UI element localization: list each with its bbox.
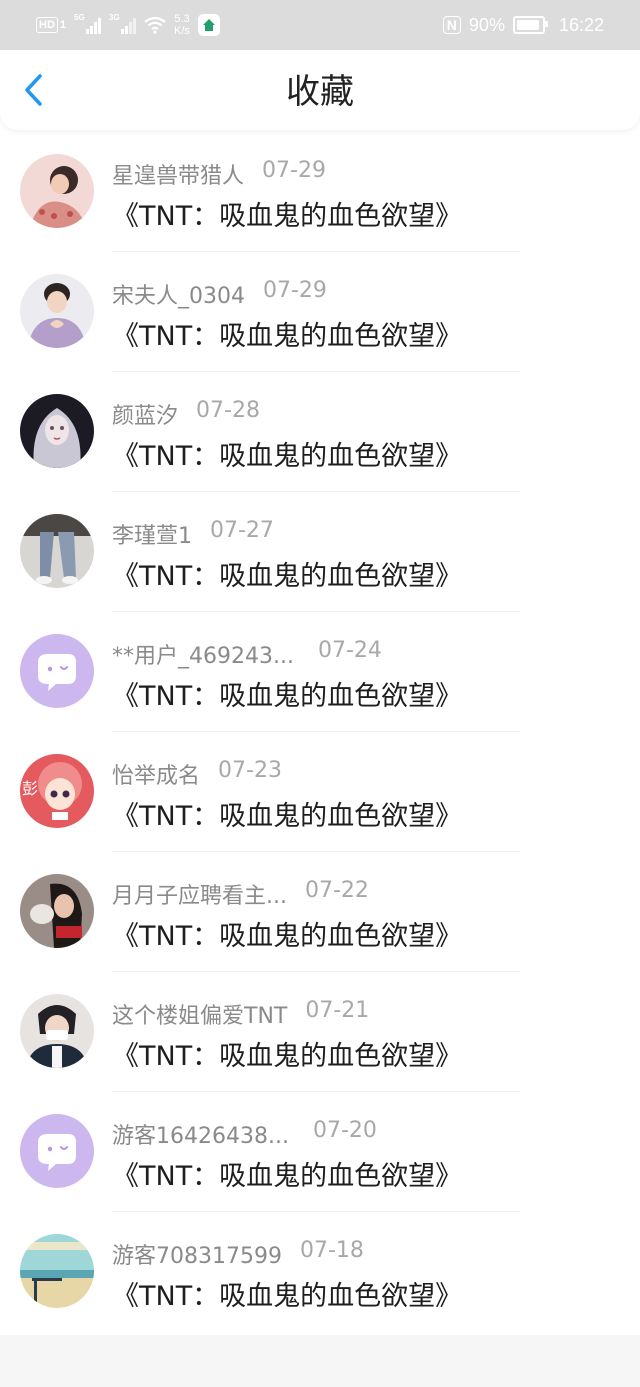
- list-item[interactable]: 星遑兽带猎人 07-29 《TNT：吸血鬼的血色欲望》: [0, 132, 640, 252]
- date: 07-18: [299, 1238, 364, 1263]
- avatar[interactable]: [20, 274, 94, 348]
- avatar[interactable]: [20, 1114, 94, 1188]
- date: 07-24: [317, 638, 382, 663]
- book-title[interactable]: 《TNT：吸血鬼的血色欲望》: [112, 1154, 462, 1193]
- book-title[interactable]: 《TNT：吸血鬼的血色欲望》: [112, 794, 462, 833]
- username[interactable]: **用户_469243...: [112, 638, 294, 670]
- date: 07-29: [262, 158, 326, 183]
- battery-percent: 90%: [468, 14, 505, 35]
- favorites-list: 星遑兽带猎人 07-29 《TNT：吸血鬼的血色欲望》 宋夫人_0304 07-29…: [0, 132, 640, 1332]
- avatar[interactable]: [20, 394, 94, 468]
- username[interactable]: 李瑾萱1: [112, 518, 192, 550]
- username[interactable]: 游客708317599: [112, 1238, 282, 1270]
- date: 07-23: [218, 758, 282, 783]
- list-item[interactable]: 月月子应聘看主... 07-22 《TNT：吸血鬼的血色欲望》: [0, 852, 640, 972]
- avatar[interactable]: [20, 514, 94, 588]
- date: 07-21: [305, 998, 370, 1023]
- list-item[interactable]: 彭 怡举成名 07-23 《TNT：吸血鬼的血色欲望》: [0, 732, 640, 852]
- status-bar: HD 1 5G 3G 5.3 K/s N 90% 16:22: [0, 0, 640, 50]
- list-item[interactable]: 宋夫人_0304 07-29 《TNT：吸血鬼的血色欲望》: [0, 252, 640, 372]
- username[interactable]: 怡举成名: [112, 758, 200, 790]
- date: 07-27: [210, 518, 274, 543]
- list-item[interactable]: 这个楼姐偏爱TNT 07-21 《TNT：吸血鬼的血色欲望》: [0, 972, 640, 1092]
- app-header: 收藏: [0, 50, 640, 130]
- network-speed: 5.3 K/s: [174, 13, 190, 37]
- avatar[interactable]: 彭: [20, 754, 94, 828]
- date: 07-28: [196, 398, 260, 423]
- list-item[interactable]: 游客708317599 07-18 《TNT：吸血鬼的血色欲望》: [0, 1212, 640, 1332]
- date: 07-22: [304, 878, 369, 903]
- avatar[interactable]: [20, 994, 94, 1068]
- list-item[interactable]: 颜蓝汐 07-28 《TNT：吸血鬼的血色欲望》: [0, 372, 640, 492]
- app-notification-icon: [197, 14, 220, 36]
- avatar[interactable]: [20, 154, 94, 228]
- book-title[interactable]: 《TNT：吸血鬼的血色欲望》: [112, 1034, 462, 1073]
- book-title[interactable]: 《TNT：吸血鬼的血色欲望》: [112, 914, 462, 953]
- page-title: 收藏: [286, 72, 354, 112]
- sim-slot-label: 1: [59, 19, 67, 31]
- wifi-icon: [144, 16, 166, 34]
- book-title[interactable]: 《TNT：吸血鬼的血色欲望》: [112, 434, 462, 473]
- book-title[interactable]: 《TNT：吸血鬼的血色欲望》: [112, 194, 462, 233]
- signal-3g-icon: 3G: [109, 13, 137, 34]
- signal-5g-icon: 5G: [74, 13, 102, 34]
- username[interactable]: 星遑兽带猎人: [112, 158, 244, 190]
- list-item[interactable]: 游客16426438... 07-20 《TNT：吸血鬼的血色欲望》: [0, 1092, 640, 1212]
- username[interactable]: 月月子应聘看主...: [112, 878, 287, 910]
- username[interactable]: 颜蓝汐: [112, 398, 178, 430]
- username[interactable]: 游客16426438...: [112, 1118, 289, 1150]
- svg-text:彭: 彭: [22, 779, 38, 798]
- avatar[interactable]: [20, 1234, 94, 1308]
- date: 07-20: [312, 1118, 377, 1143]
- chat-bubble-icon: [20, 1114, 94, 1188]
- username[interactable]: 这个楼姐偏爱TNT: [112, 998, 287, 1030]
- avatar[interactable]: [20, 634, 94, 708]
- list-item[interactable]: 李瑾萱1 07-27 《TNT：吸血鬼的血色欲望》: [0, 492, 640, 612]
- list-item[interactable]: **用户_469243... 07-24 《TNT：吸血鬼的血色欲望》: [0, 612, 640, 732]
- battery-icon: [512, 16, 548, 34]
- date: 07-29: [263, 278, 327, 303]
- bottom-spacer: [0, 1335, 640, 1387]
- chat-bubble-icon: [20, 634, 94, 708]
- avatar[interactable]: [20, 874, 94, 948]
- clock-time: 16:22: [558, 14, 604, 35]
- username[interactable]: 宋夫人_0304: [112, 278, 245, 310]
- nfc-icon: N: [442, 16, 461, 34]
- book-title[interactable]: 《TNT：吸血鬼的血色欲望》: [112, 554, 462, 593]
- book-title[interactable]: 《TNT：吸血鬼的血色欲望》: [112, 674, 462, 713]
- book-title[interactable]: 《TNT：吸血鬼的血色欲望》: [112, 1274, 462, 1313]
- book-title[interactable]: 《TNT：吸血鬼的血色欲望》: [112, 314, 462, 353]
- hd-badge: HD: [36, 17, 58, 33]
